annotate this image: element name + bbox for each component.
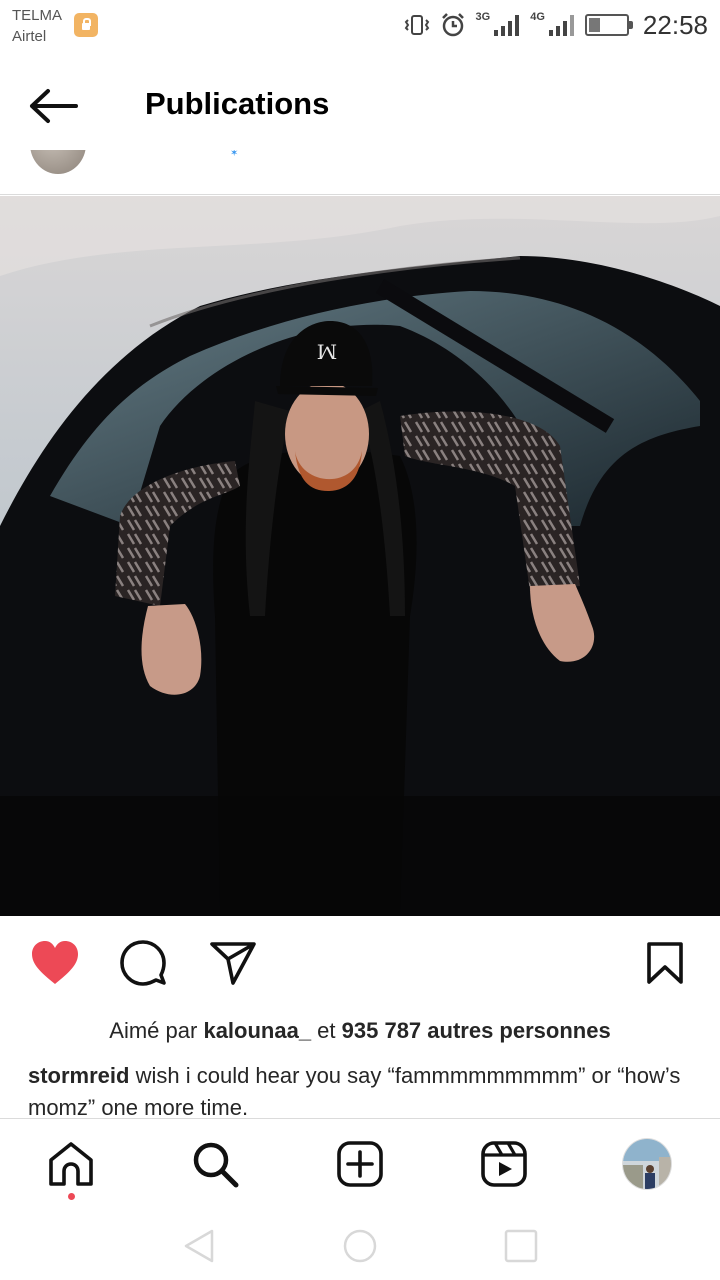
bookmark-icon bbox=[647, 942, 683, 984]
share-button[interactable] bbox=[208, 938, 258, 988]
nav-profile[interactable] bbox=[622, 1138, 672, 1190]
send-icon bbox=[210, 942, 256, 985]
battery-level bbox=[588, 18, 600, 32]
nav-create[interactable] bbox=[335, 1139, 385, 1189]
likes-user-link[interactable]: kalounaa_ bbox=[203, 1018, 311, 1043]
home-icon bbox=[49, 1142, 93, 1186]
battery-icon bbox=[584, 14, 633, 36]
system-navigation bbox=[0, 1210, 720, 1280]
triangle-back-icon bbox=[184, 1229, 214, 1263]
status-icons: 3G 4G 22:58 bbox=[404, 8, 708, 42]
caption-username[interactable]: stormreid bbox=[28, 1063, 129, 1088]
alarm-icon bbox=[441, 13, 464, 37]
verified-badge-icon: ✶ bbox=[230, 150, 239, 159]
signal-icon-1 bbox=[494, 15, 520, 36]
square-recents-icon bbox=[504, 1229, 538, 1263]
post-author-row: ✶ bbox=[0, 150, 720, 195]
post-caption: stormreid wish i could hear you say “fam… bbox=[28, 1060, 688, 1124]
save-button[interactable] bbox=[640, 938, 690, 988]
top-header: Publications bbox=[0, 50, 720, 160]
comment-button[interactable] bbox=[118, 938, 168, 988]
page-title: Publications bbox=[145, 86, 330, 121]
plus-square-icon bbox=[337, 1141, 383, 1187]
bottom-navigation bbox=[0, 1118, 720, 1210]
back-button[interactable] bbox=[26, 84, 82, 128]
signal-icon-2 bbox=[548, 15, 574, 36]
likes-others-link[interactable]: 935 787 autres personnes bbox=[342, 1018, 611, 1043]
carrier-info: TELMA Airtel bbox=[12, 5, 62, 47]
lock-notification-icon bbox=[74, 13, 98, 37]
carrier-name: TELMA bbox=[12, 7, 63, 24]
reels-icon bbox=[481, 1141, 527, 1187]
network-4g-label: 4G bbox=[530, 11, 545, 23]
circle-home-icon bbox=[343, 1229, 377, 1263]
svg-text:ꟽ: ꟽ bbox=[317, 340, 337, 364]
status-time: 22:58 bbox=[642, 9, 708, 40]
network-3g-label: 3G bbox=[475, 11, 491, 23]
comment-icon bbox=[120, 940, 166, 986]
carrier-operator: Airtel bbox=[12, 28, 47, 45]
nav-search[interactable] bbox=[190, 1139, 240, 1189]
post-image[interactable]: ꟽ bbox=[0, 196, 720, 916]
search-icon bbox=[193, 1142, 239, 1188]
system-home-button[interactable] bbox=[342, 1228, 378, 1264]
author-avatar[interactable] bbox=[30, 150, 86, 174]
home-notification-dot bbox=[68, 1193, 75, 1200]
vibrate-icon bbox=[404, 15, 429, 35]
like-button[interactable] bbox=[30, 938, 80, 988]
system-back-button[interactable] bbox=[182, 1228, 218, 1264]
profile-avatar bbox=[622, 1138, 672, 1190]
nav-reels[interactable] bbox=[479, 1139, 529, 1189]
heart-icon bbox=[32, 941, 78, 984]
likes-prefix: Aimé par bbox=[109, 1018, 204, 1043]
system-recents-button[interactable] bbox=[503, 1228, 539, 1264]
likes-middle: et bbox=[311, 1018, 342, 1043]
post-photo-illustration: ꟽ bbox=[0, 196, 720, 916]
status-bar: TELMA Airtel 3G 4G 22:58 bbox=[0, 0, 720, 50]
post-actions bbox=[0, 916, 720, 1006]
nav-home[interactable] bbox=[46, 1139, 96, 1189]
likes-summary: Aimé par kalounaa_ et 935 787 autres per… bbox=[0, 1016, 720, 1046]
arrow-left-icon bbox=[30, 89, 78, 123]
